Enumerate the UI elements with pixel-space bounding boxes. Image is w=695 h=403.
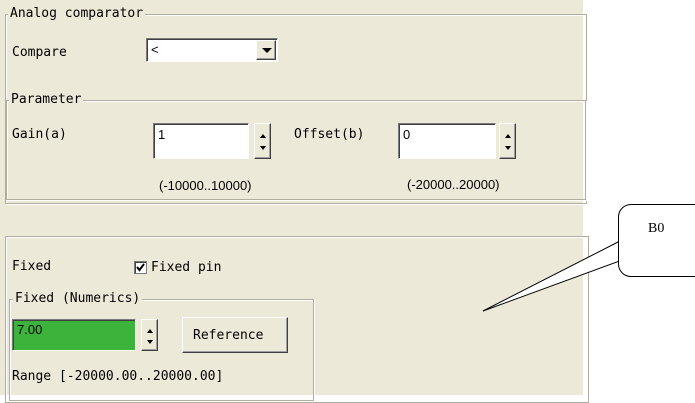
- callout-box: B0: [618, 204, 695, 277]
- callout-pointer: [482, 240, 637, 312]
- callout-text: B0: [648, 221, 665, 236]
